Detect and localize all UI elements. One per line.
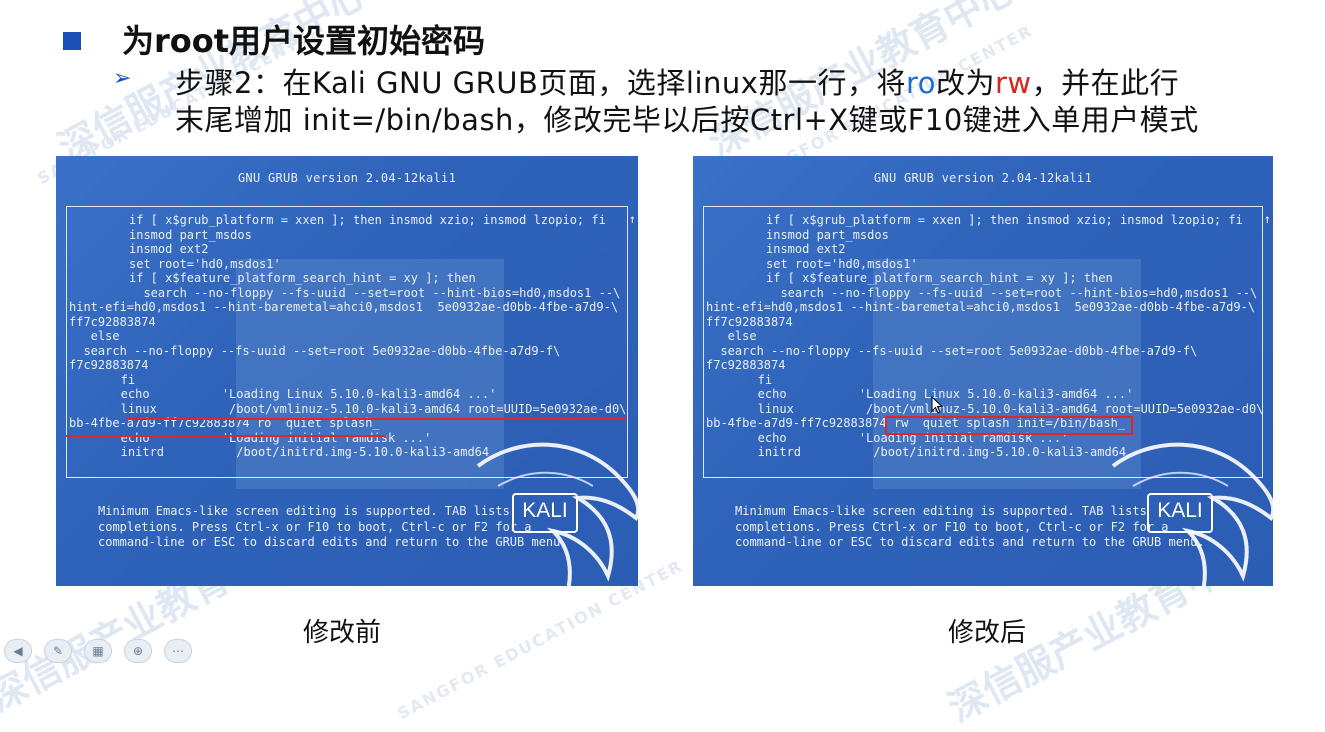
step-text: ，并在此行 [1031, 66, 1180, 100]
arrow-bullet-icon: ➢ [113, 66, 132, 91]
step-text: 步骤2：在Kali GNU GRUB页面，选择linux那一行，将 [175, 66, 906, 100]
caption-after: 修改后 [948, 618, 1027, 648]
code-line-linux: linux /boot/vmlinuz-5.10.0-kali3-amd64 r… [736, 401, 1264, 416]
step-text: 改为 [935, 66, 995, 100]
slides-icon[interactable]: ▦ [84, 639, 112, 663]
mouse-pointer-icon [931, 396, 943, 414]
more-icon[interactable]: ⋯ [164, 639, 192, 663]
grub-header: GNU GRUB version 2.04-12kali1 [873, 171, 1093, 185]
code-block: if [ x$grub_platform = xxen ]; then insm… [129, 213, 621, 300]
code-block: ff7c92883874 else search --no-floppy --f… [69, 314, 561, 358]
ro-keyword: ro [905, 66, 936, 100]
step-line-2: 末尾增加 init=/bin/bash，修改完毕以后按Ctrl+X键或F10键进… [175, 103, 1199, 137]
zoom-icon[interactable]: ⊕ [124, 639, 152, 663]
code-line: f7c92883874 [706, 358, 786, 372]
title-bullet [63, 32, 81, 50]
kali-logo: KALI [512, 493, 578, 533]
kali-logo: KALI [1147, 493, 1213, 533]
red-underline [66, 435, 386, 437]
prev-icon[interactable]: ◀ [4, 639, 32, 663]
grub-screenshot-after: GNU GRUB version 2.04-12kali1 ↑ if [ x$g… [693, 156, 1273, 586]
slideshow-toolbar: ◀ ✎ ▦ ⊕ ⋯ [0, 639, 210, 663]
code-block: if [ x$grub_platform = xxen ]; then insm… [766, 213, 1258, 300]
caption-before: 修改前 [303, 618, 382, 648]
grub-code: if [ x$grub_platform = xxen ]; then insm… [69, 213, 632, 460]
code-line: f7c92883874 [69, 358, 149, 372]
code-line: echo 'Loading Linux 5.10.0-kali3-amd64 .… [99, 387, 497, 401]
code-line: echo 'Loading Linux 5.10.0-kali3-amd64 .… [736, 387, 1134, 401]
pen-icon[interactable]: ✎ [44, 639, 72, 663]
code-block: ff7c92883874 else search --no-floppy --f… [706, 314, 1198, 358]
code-line-linux: linux /boot/vmlinuz-5.10.0-kali3-amd64 r… [99, 401, 627, 416]
code-line: fi [736, 372, 773, 387]
step-line-1: 步骤2：在Kali GNU GRUB页面，选择linux那一行，将ro改为rw，… [175, 60, 1179, 102]
code-line: hint-efi=hd0,msdos1 --hint-baremetal=ahc… [69, 300, 619, 314]
grub-screenshot-before: GNU GRUB version 2.04-12kali1 ↑ if [ x$g… [56, 156, 638, 586]
rw-keyword: rw [995, 66, 1032, 100]
code-line: hint-efi=hd0,msdos1 --hint-baremetal=ahc… [706, 300, 1256, 314]
grub-header: GNU GRUB version 2.04-12kali1 [237, 171, 457, 185]
slide-title: 为root用户设置初始密码 [122, 22, 486, 60]
red-underline [126, 418, 626, 420]
code-line: fi [99, 372, 136, 387]
